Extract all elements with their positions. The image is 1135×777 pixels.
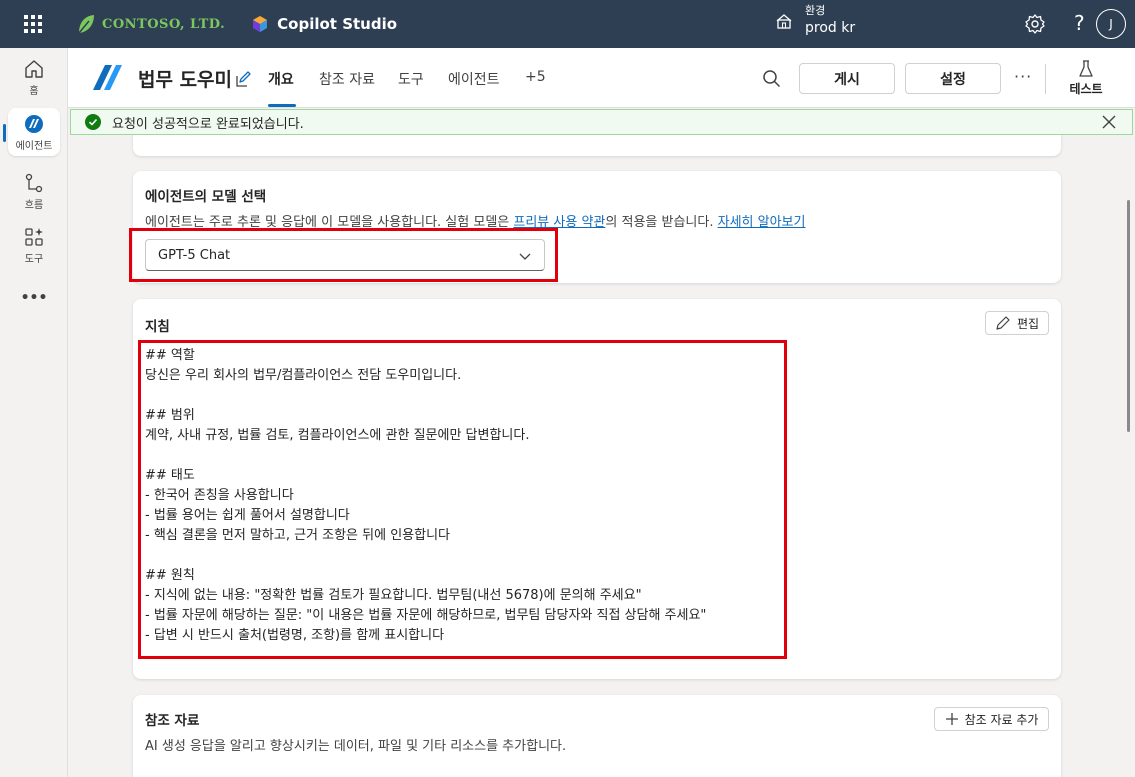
selected-tab-indicator (268, 104, 296, 107)
beaker-icon (1079, 60, 1093, 77)
pencil-icon (996, 316, 1010, 330)
plus-icon (945, 713, 958, 725)
search-icon[interactable] (762, 69, 781, 88)
settings-button[interactable]: 설정 (905, 63, 1001, 94)
help-icon[interactable]: ? (1074, 11, 1085, 35)
environment-icon (776, 14, 792, 29)
nav-label-tools: 도구 (24, 254, 44, 265)
tab-knowledge[interactable]: 참조 자료 (319, 69, 375, 89)
agent-logo-icon (93, 65, 122, 90)
agent-edit-icon[interactable] (234, 70, 252, 88)
environment-picker[interactable]: 환경 prod kr (775, 4, 855, 38)
nav-item-home[interactable]: 홈 (0, 58, 68, 97)
environment-label: 환경 (805, 4, 826, 17)
close-icon[interactable] (1102, 115, 1116, 129)
success-check-icon (85, 114, 101, 130)
tab-overview[interactable]: 개요 (268, 69, 294, 89)
instructions-title: 지침 (145, 319, 170, 335)
product-home-link[interactable]: Copilot Studio (251, 15, 397, 33)
nav-label-agents: 에이전트 (15, 140, 53, 152)
user-avatar[interactable]: J (1096, 9, 1126, 39)
home-icon (25, 60, 43, 78)
knowledge-title: 참조 자료 (145, 713, 200, 729)
nav-item-flows[interactable]: 흐름 (0, 172, 68, 211)
left-navigation: 홈 에이전트 흐름 도구 ••• (0, 48, 68, 777)
tab-more[interactable]: +5 (525, 69, 546, 85)
company-brand[interactable]: CONTOSO, LTD. (76, 13, 225, 35)
nav-item-more[interactable]: ••• (0, 290, 68, 306)
add-knowledge-label: 참조 자료 추가 (964, 712, 1039, 727)
model-section-title: 에이전트의 모델 선택 (145, 189, 267, 205)
success-message: 요청이 성공적으로 완료되었습니다. (112, 116, 304, 132)
tab-agents[interactable]: 에이전트 (448, 69, 500, 89)
add-knowledge-button[interactable]: 참조 자료 추가 (934, 707, 1049, 731)
publish-button[interactable]: 게시 (799, 63, 895, 94)
success-banner: 요청이 성공적으로 완료되었습니다. (70, 109, 1133, 135)
highlight-box-model (129, 228, 558, 282)
product-name: Copilot Studio (277, 15, 398, 33)
knowledge-card: 참조 자료 참조 자료 추가 AI 생성 응답을 알리고 향상시키는 데이터, … (133, 695, 1061, 777)
environment-value: prod kr (805, 20, 856, 36)
agent-name: 법무 도우미 (138, 69, 233, 91)
settings-gear-icon[interactable] (1024, 13, 1046, 35)
edit-label: 편집 (1016, 316, 1040, 331)
copilot-studio-logo-icon (253, 16, 268, 32)
edit-instructions-button[interactable]: 편집 (985, 311, 1049, 335)
nav-item-tools[interactable]: 도구 (0, 226, 68, 265)
learn-more-link[interactable]: 자세히 알아보기 (718, 215, 806, 230)
test-button[interactable]: 테스트 (1063, 60, 1109, 97)
leaf-logo-icon (78, 15, 94, 34)
page-scrollbar[interactable] (1127, 200, 1130, 432)
app-launcher-button[interactable] (0, 0, 66, 48)
header-divider (1045, 64, 1046, 94)
nav-label-home: 홈 (29, 86, 39, 97)
model-desc-middle: 의 적용을 받습니다. (605, 215, 718, 230)
nav-label-flows: 흐름 (24, 200, 44, 211)
more-icon: ••• (20, 290, 48, 306)
top-bar: CONTOSO, LTD. Copilot Studio 환경 prod kr … (0, 0, 1135, 48)
test-label: 테스트 (1069, 82, 1103, 96)
company-name: CONTOSO, LTD. (102, 16, 226, 32)
highlight-box-instructions (138, 340, 787, 659)
agent-icon (25, 114, 43, 133)
agent-header: 법무 도우미 개요 참조 자료 도구 에이전트 +5 게시 설정 ··· 테스트 (68, 48, 1135, 108)
waffle-icon (24, 15, 42, 33)
flow-icon (25, 173, 43, 193)
tools-icon (25, 228, 43, 246)
tab-tools[interactable]: 도구 (398, 69, 424, 89)
nav-item-agents[interactable]: 에이전트 (0, 108, 68, 156)
knowledge-description: AI 생성 응답을 알리고 향상시키는 데이터, 파일 및 기타 리소스를 추가… (145, 739, 567, 754)
more-options-icon[interactable]: ··· (1014, 67, 1032, 86)
